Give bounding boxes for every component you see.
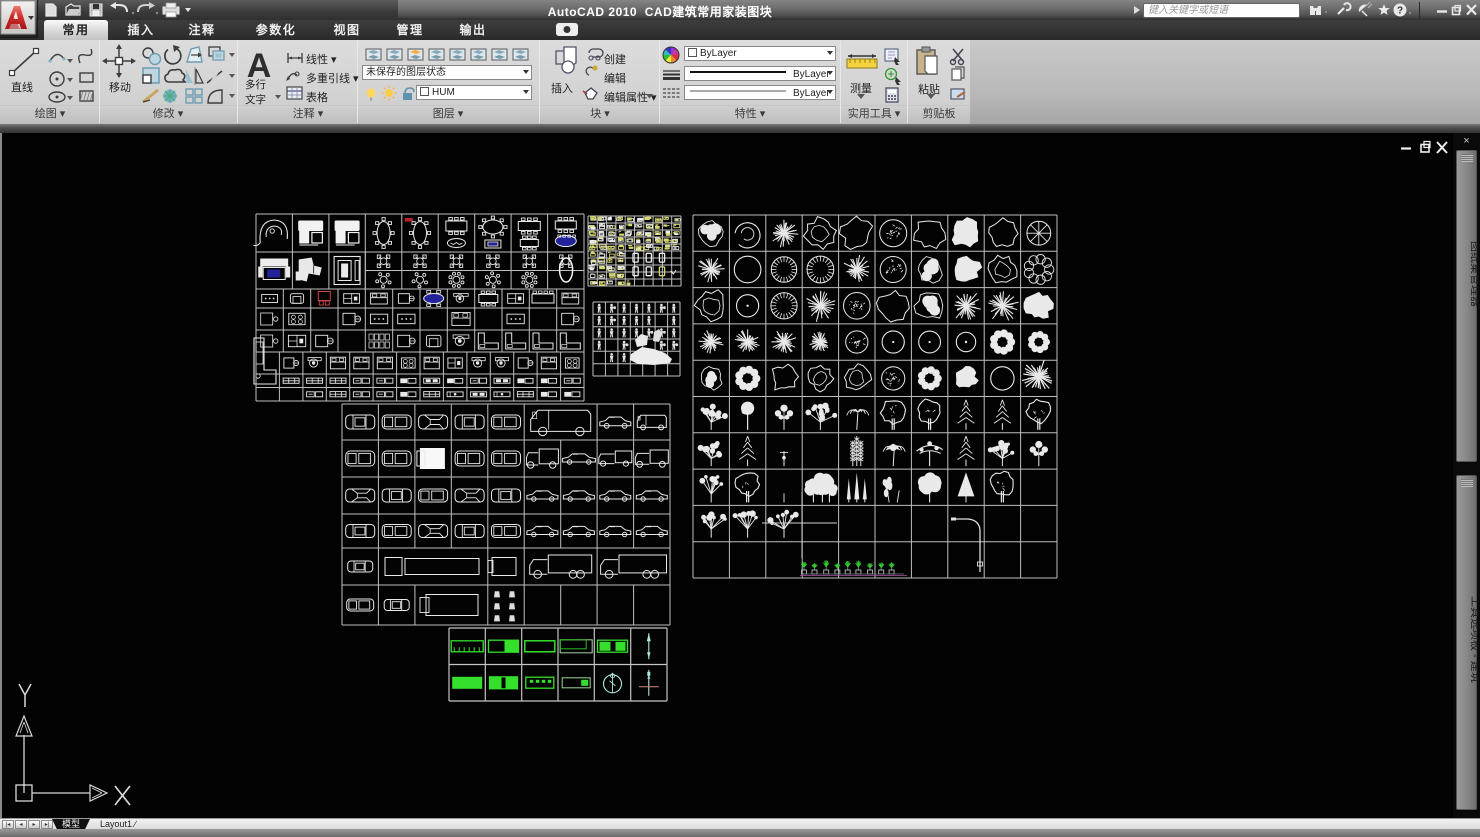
svg-text:A: A (247, 47, 272, 85)
svg-text:?: ? (1397, 6, 1403, 17)
svg-text:工具选项板 - 建筑: 工具选项板 - 建筑 (1469, 596, 1478, 683)
svg-text:图纸集管理器: 图纸集管理器 (1469, 241, 1478, 307)
